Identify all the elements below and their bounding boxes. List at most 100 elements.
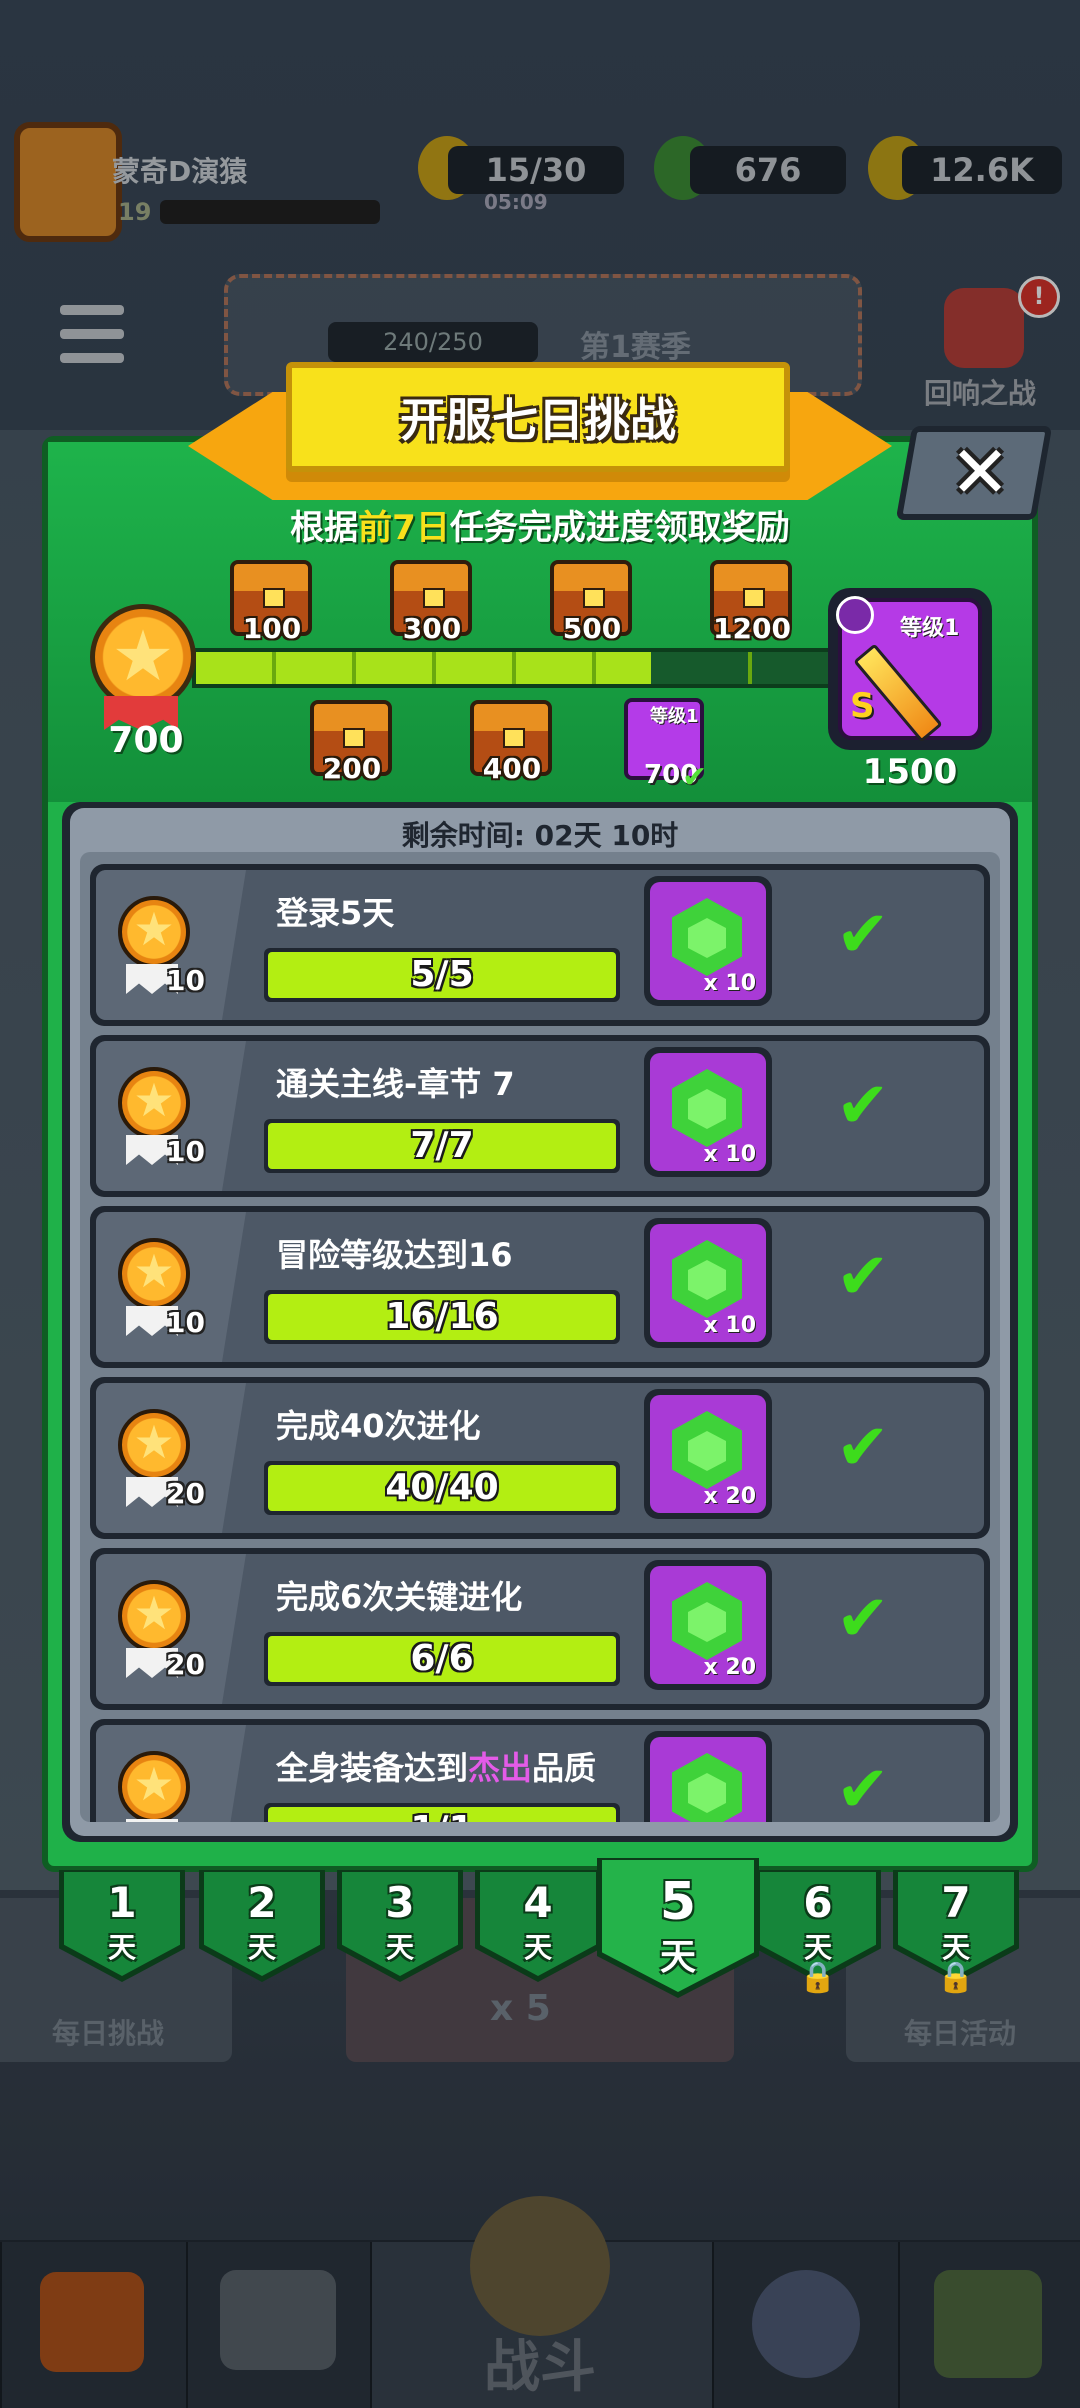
reward-card — [650, 1737, 766, 1822]
task-progress-bar: 1/1 — [264, 1803, 620, 1822]
task-name: 完成40次进化 — [276, 1407, 481, 1445]
task-star-value: 20 — [166, 1477, 205, 1510]
reward-quantity: x 10 — [703, 971, 756, 996]
task-progress-text: 7/7 — [410, 1125, 474, 1166]
reward-quantity: x 10 — [703, 1142, 756, 1167]
task-progress-bar: 40/40 — [264, 1461, 620, 1515]
time-left: 剩余时间: 02天 10时 — [401, 819, 679, 852]
task-progress-text: 16/16 — [385, 1296, 499, 1337]
star-medal-icon: ★ — [118, 1751, 190, 1822]
task-name: 全身装备达到杰出品质 — [276, 1749, 597, 1787]
task-star-value: 10 — [166, 1306, 205, 1339]
task-progress-text: 5/5 — [410, 954, 474, 995]
milestone-label: 100 — [242, 612, 302, 645]
modal-title: 开服七日挑战 — [400, 393, 676, 447]
task-progress-bar: 5/5 — [264, 948, 620, 1002]
star-medal-icon: ★ — [118, 1580, 190, 1652]
reward-quantity: x 20 — [703, 1655, 756, 1680]
task-row: ★ 10 通关主线-章节 7 7/7 x 10 ✔ — [90, 1035, 990, 1197]
milestone-label: 500 — [562, 612, 622, 645]
tab-day-number: 6 — [803, 1878, 833, 1927]
task-row-body: ★ 10 冒险等级达到16 16/16 x 10 ✔ — [96, 1212, 984, 1362]
tab-day-unit: 天 — [523, 1931, 552, 1964]
milestone-label: 200 — [322, 752, 382, 785]
task-star-value: 20 — [166, 1648, 205, 1681]
tab-day-unit: 天 — [247, 1931, 276, 1964]
progress-divider — [432, 652, 436, 684]
progress-divider — [592, 652, 596, 684]
task-row: ★ 10 登录5天 5/5 x 10 ✔ — [90, 864, 990, 1026]
lock-icon: 🔒 — [937, 1960, 975, 1995]
check-icon: ✔ — [836, 1411, 890, 1485]
tab-day-number: 1 — [107, 1878, 137, 1927]
task-progress-text: 1/1 — [264, 1803, 620, 1822]
milestone-label: 400 — [482, 752, 542, 785]
task-row-body: ★ 20 完成40次进化 40/40 x 20 ✔ — [96, 1383, 984, 1533]
task-reward[interactable] — [644, 1731, 772, 1822]
lock-icon: 🔒 — [799, 1960, 837, 1995]
tab-day-number: 7 — [941, 1878, 971, 1927]
tab-day-number: 2 — [247, 1878, 277, 1927]
tab-day-unit: 天 — [385, 1931, 414, 1964]
reward-card: x 10 — [650, 1053, 766, 1171]
reward-card: x 10 — [650, 882, 766, 1000]
task-progress-bar: 16/16 — [264, 1290, 620, 1344]
tab-day-number: 4 — [523, 1878, 553, 1927]
tab-day-number: 5 — [659, 1872, 697, 1932]
task-row-body: ★ 10 通关主线-章节 7 7/7 x 10 ✔ — [96, 1041, 984, 1191]
task-name: 冒险等级达到16 — [276, 1236, 513, 1274]
check-icon: ✔ — [836, 898, 890, 972]
check-icon: ✔ — [836, 1582, 890, 1656]
star-medal-icon: ★ — [118, 1067, 190, 1139]
star-medal-icon: ★ — [118, 896, 190, 968]
task-name: 通关主线-章节 7 — [276, 1065, 515, 1103]
tab-day-number: 3 — [385, 1878, 415, 1927]
medal-ribbon — [126, 1819, 178, 1822]
task-reward[interactable]: x 10 — [644, 1218, 772, 1348]
final-reward-value: 1500 — [862, 752, 958, 792]
task-star-value: 10 — [166, 1135, 205, 1168]
task-reward[interactable]: x 20 — [644, 1389, 772, 1519]
task-row: ★ 10 冒险等级达到16 16/16 x 10 ✔ — [90, 1206, 990, 1368]
progress-divider — [512, 652, 516, 684]
task-row: ★ 20 完成6次关键进化 6/6 x 20 ✔ — [90, 1548, 990, 1710]
final-reward-level: 等级1 — [900, 616, 960, 641]
task-row-body: ★ 10 登录5天 5/5 x 10 ✔ — [96, 870, 984, 1020]
task-star-value: 10 — [166, 964, 205, 997]
check-icon: ✔ — [836, 1240, 890, 1314]
task-progress-bar: 6/6 — [264, 1632, 620, 1686]
task-list[interactable]: ★ 10 登录5天 5/5 x 10 ✔ ★ 10 通关主线-章节 7 7/7 … — [80, 852, 1000, 1822]
star-medal-icon: ★ — [118, 1238, 190, 1310]
check-icon: ✔ — [836, 1753, 890, 1822]
milestone-label: 1200 — [713, 612, 791, 645]
task-name: 完成6次关键进化 — [276, 1578, 523, 1616]
task-row-body: ★ 全身装备达到杰出品质 1/1 ✔ — [96, 1725, 984, 1822]
reward-card: x 20 — [650, 1566, 766, 1684]
check-icon: ✔ — [682, 760, 708, 795]
weapon-badge-icon — [836, 596, 874, 634]
task-progress-text: 6/6 — [410, 1638, 474, 1679]
star-total-value: 700 — [108, 720, 184, 761]
reward-card: x 10 — [650, 1224, 766, 1342]
progress-divider — [748, 652, 752, 684]
task-progress-bar: 7/7 — [264, 1119, 620, 1173]
modal-subtitle: 根据前7日任务完成进度领取奖励 — [290, 508, 790, 548]
progress-divider — [272, 652, 276, 684]
star-progress-fill — [196, 652, 651, 684]
task-progress-text: 40/40 — [385, 1467, 499, 1508]
reward-card: x 20 — [650, 1395, 766, 1513]
star-medal-icon: ★ — [118, 1409, 190, 1481]
task-reward[interactable]: x 10 — [644, 1047, 772, 1177]
reward-quantity: x 20 — [703, 1484, 756, 1509]
task-name: 登录5天 — [276, 894, 395, 932]
final-reward-grade: S — [850, 686, 875, 726]
task-row: ★ 20 完成40次进化 40/40 x 20 ✔ — [90, 1377, 990, 1539]
reward-quantity: x 10 — [703, 1313, 756, 1338]
tab-day-unit: 天 — [659, 1937, 696, 1978]
task-row: ★ 全身装备达到杰出品质 1/1 ✔ — [90, 1719, 990, 1822]
tab-day-unit: 天 — [107, 1931, 136, 1964]
check-icon: ✔ — [836, 1069, 890, 1143]
task-reward[interactable]: x 20 — [644, 1560, 772, 1690]
star-total-icon: ★ — [90, 604, 196, 710]
task-reward[interactable]: x 10 — [644, 876, 772, 1006]
